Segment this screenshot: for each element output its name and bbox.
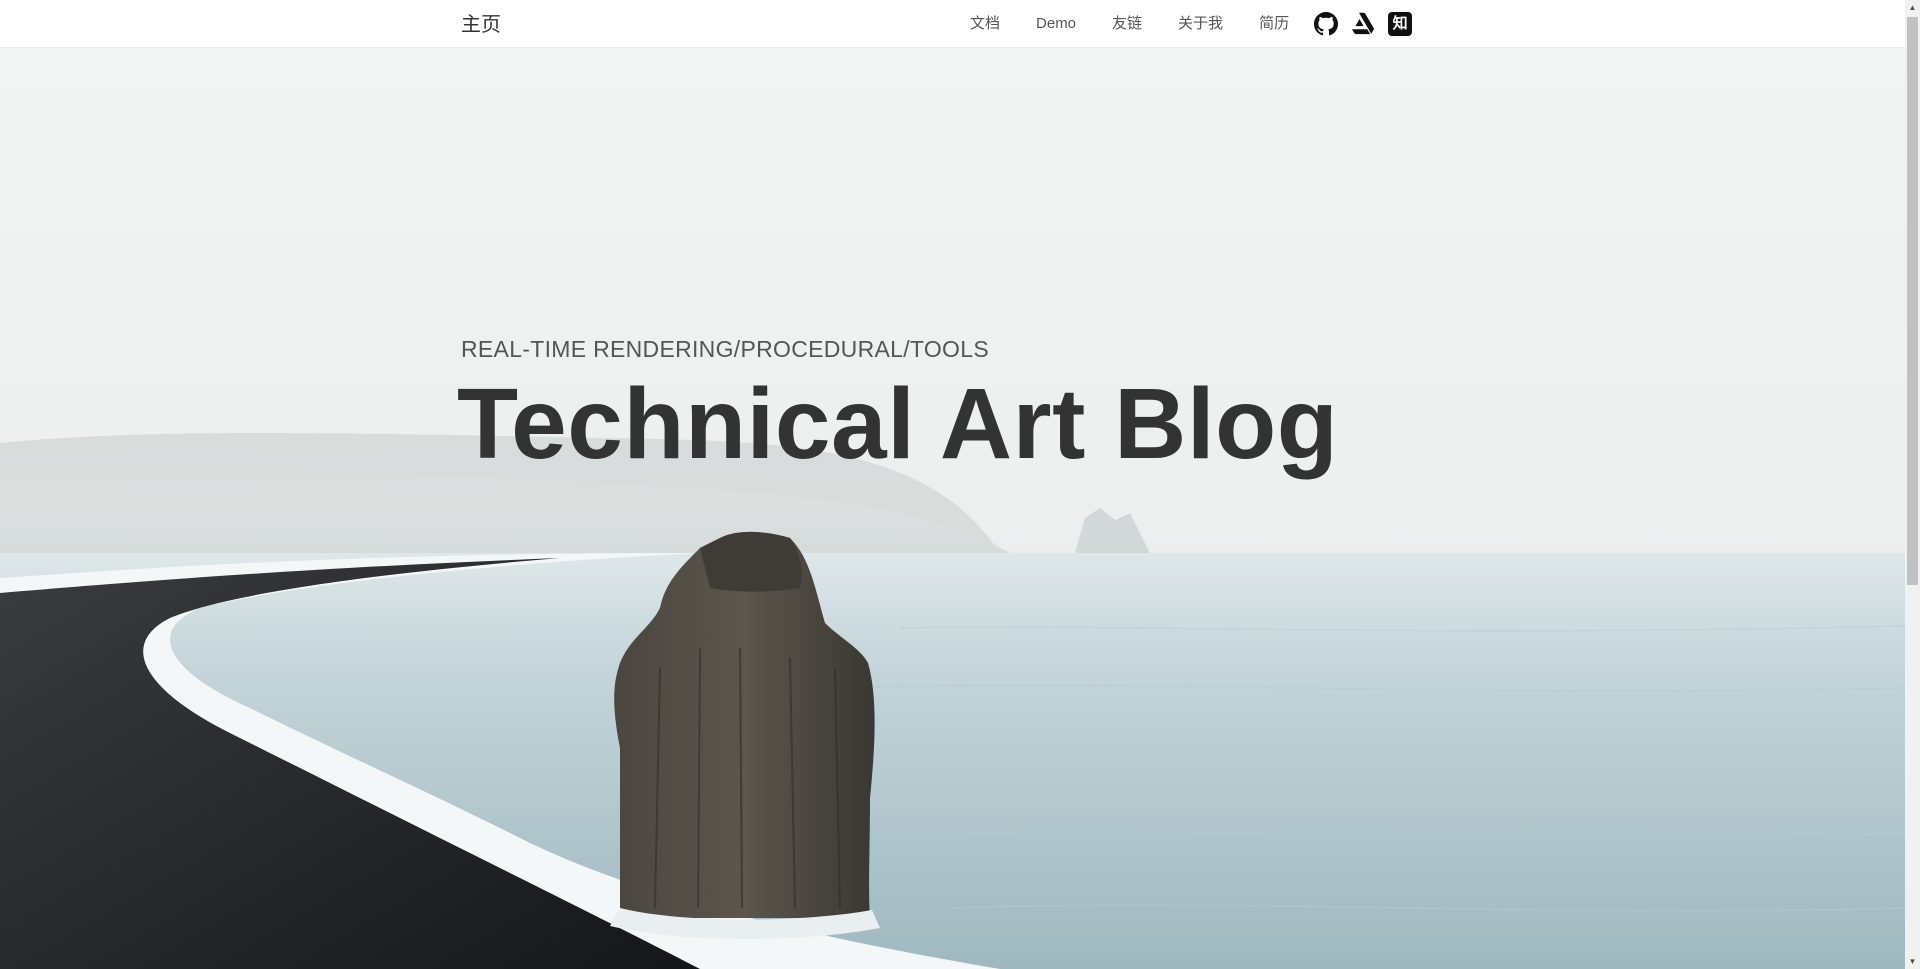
zhihu-icon[interactable]: 知 (1387, 11, 1413, 37)
scrollbar-thumb[interactable] (1907, 17, 1918, 585)
top-navbar: 主页 文档 Demo 友链 关于我 简历 知 (0, 0, 1905, 48)
page-viewport: 主页 文档 Demo 友链 关于我 简历 知 REAL-TIME RENDERI… (0, 0, 1905, 969)
nav-link-resume[interactable]: 简历 (1259, 0, 1289, 48)
nav-links: 文档 Demo 友链 关于我 简历 知 (970, 0, 1424, 48)
hero-section: REAL-TIME RENDERING/PROCEDURAL/TOOLS Tec… (0, 48, 1905, 969)
nav-link-demo[interactable]: Demo (1036, 0, 1076, 48)
nav-link-about[interactable]: 关于我 (1178, 0, 1223, 48)
zhihu-glyph: 知 (1388, 12, 1413, 36)
brand-home-link[interactable]: 主页 (461, 11, 501, 39)
nav-link-docs[interactable]: 文档 (970, 0, 1000, 48)
hero-title: Technical Art Blog (457, 368, 1339, 480)
nav-link-friends[interactable]: 友链 (1112, 0, 1142, 48)
hero-background-image (0, 48, 1905, 969)
github-icon[interactable] (1313, 11, 1339, 37)
vertical-scrollbar[interactable]: ▲ ▼ (1905, 0, 1920, 969)
scroll-up-arrow-icon[interactable]: ▲ (1905, 0, 1920, 15)
hero-subtitle: REAL-TIME RENDERING/PROCEDURAL/TOOLS (461, 336, 989, 362)
artstation-icon[interactable] (1350, 11, 1376, 37)
scroll-down-arrow-icon[interactable]: ▼ (1905, 954, 1920, 969)
